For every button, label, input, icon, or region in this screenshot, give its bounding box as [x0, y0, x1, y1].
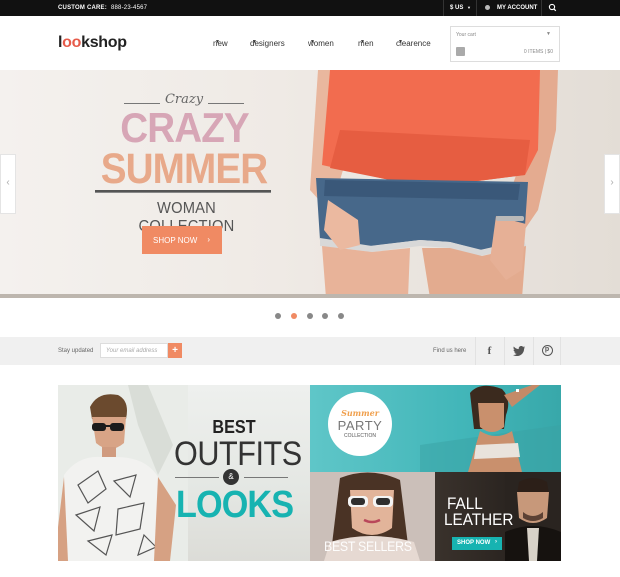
fall-leather-shop-now-label: SHOP NOW	[457, 540, 491, 546]
search-button[interactable]	[541, 0, 561, 16]
pinterest-link[interactable]: p	[533, 337, 561, 365]
slider-next-button[interactable]: ›	[604, 154, 620, 214]
chevron-right-icon: ›	[610, 177, 614, 188]
summer-party-small: COLLECTION	[344, 433, 376, 439]
summer-party-word: PARTY	[337, 418, 383, 433]
pinterest-icon: p	[541, 345, 553, 356]
promo-best-line3: LOOKS	[176, 484, 294, 526]
facebook-link[interactable]: f	[475, 337, 503, 365]
chevron-down-icon: ▼	[360, 39, 365, 45]
newsletter-label: Stay updated	[58, 348, 94, 354]
male-model-image	[58, 385, 188, 561]
currency-selector[interactable]: $ US ▼	[443, 0, 475, 16]
shopping-bag-icon	[456, 47, 465, 56]
chevron-down-icon: ▼	[546, 31, 551, 37]
slider-dot-4[interactable]	[322, 313, 328, 319]
slider-dot-2[interactable]	[291, 313, 297, 319]
hero-shop-now-button[interactable]: SHOP NOW ›	[142, 226, 222, 254]
chevron-right-icon: ›	[207, 235, 210, 244]
hero-bottom-border	[0, 294, 620, 298]
hero-shop-now-label: SHOP NOW	[153, 236, 198, 245]
site-logo[interactable]: lookshop	[58, 34, 127, 52]
promo-fall-leather[interactable]: FALL LEATHER SHOP NOW ›	[435, 472, 561, 561]
chevron-down-icon: ▼	[252, 39, 257, 45]
hero-headline-2: SUMMER	[100, 145, 268, 193]
promo-best-rule-right	[244, 477, 288, 478]
chevron-down-icon: ▼	[467, 5, 471, 10]
promo-best-outfits[interactable]: BEST OUTFITS & LOOKS	[58, 385, 310, 561]
search-icon	[548, 3, 557, 12]
my-account-link[interactable]: MY ACCOUNT	[476, 0, 540, 16]
slider-prev-button[interactable]: ‹	[0, 154, 16, 214]
find-us-label: Find us here	[433, 348, 467, 354]
female-model-image	[420, 385, 561, 472]
hero-slider: Crazy CRAZY SUMMER WOMAN COLLECTION SHOP…	[0, 70, 620, 298]
logo-eyes: oo	[62, 34, 82, 51]
my-account-label: MY ACCOUNT	[497, 5, 538, 11]
twitter-icon	[512, 346, 525, 357]
promo-summer-party[interactable]: Summer PARTY COLLECTION	[310, 385, 561, 472]
cart-label: Your cart	[456, 32, 476, 38]
slider-dot-1[interactable]	[275, 313, 281, 319]
chevron-down-icon: ▼	[310, 39, 315, 45]
cart-widget[interactable]: Your cart ▼ 0 ITEMS | $0	[450, 26, 560, 62]
summer-party-script: Summer	[341, 408, 379, 418]
user-icon	[485, 5, 490, 10]
customer-care: CUSTOM CARE: 888-23-4567	[58, 5, 147, 11]
chevron-left-icon: ‹	[6, 177, 10, 188]
top-bar: CUSTOM CARE: 888-23-4567 $ US ▼ MY ACCOUN…	[0, 0, 620, 16]
promo-best-rule-left	[175, 477, 219, 478]
slider-dot-5[interactable]	[338, 313, 344, 319]
hero-model-image	[310, 70, 558, 298]
cart-summary: 0 ITEMS | $0	[523, 49, 553, 55]
newsletter-email-input[interactable]: Your email address	[100, 343, 168, 358]
customer-care-label: CUSTOM CARE:	[58, 5, 107, 11]
promo-best-sellers[interactable]: BEST SELLERS	[310, 472, 435, 561]
hero-headline-1: CRAZY	[120, 104, 249, 151]
promo-best-line2: OUTFITS	[174, 435, 302, 473]
hero-divider	[95, 190, 271, 193]
customer-care-phone[interactable]: 888-23-4567	[111, 5, 147, 11]
newsletter-strip: Stay updated Your email address + Find u…	[0, 337, 620, 365]
chevron-right-icon: ›	[495, 539, 497, 545]
fall-leather-shop-now-button[interactable]: SHOP NOW ›	[452, 537, 502, 550]
logo-suffix: kshop	[81, 34, 127, 51]
currency-label: $ US	[450, 5, 464, 11]
slider-dot-3[interactable]	[307, 313, 313, 319]
plus-icon: +	[172, 345, 178, 356]
chevron-down-icon: ▼	[215, 39, 220, 45]
promo-best-ampersand: &	[223, 469, 239, 485]
chevron-down-icon: ▼	[398, 39, 403, 45]
twitter-link[interactable]	[504, 337, 532, 365]
newsletter-submit-button[interactable]: +	[168, 343, 182, 358]
fall-leather-line2: LEATHER	[444, 510, 514, 529]
summer-party-badge: Summer PARTY COLLECTION	[328, 392, 392, 456]
best-sellers-label: BEST SELLERS	[324, 538, 412, 554]
facebook-icon: f	[487, 345, 492, 357]
